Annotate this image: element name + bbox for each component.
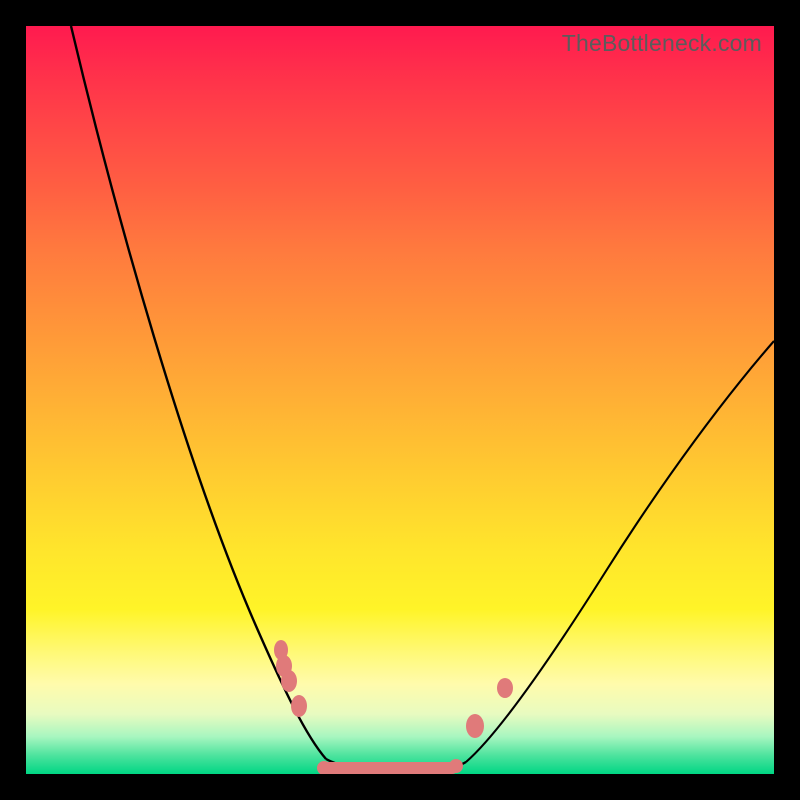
bottleneck-curve bbox=[26, 26, 774, 774]
trough-end-right bbox=[449, 759, 463, 773]
curve-right-branch bbox=[466, 341, 774, 762]
chart-container: TheBottleneck.com bbox=[0, 0, 800, 800]
plot-area: TheBottleneck.com bbox=[26, 26, 774, 774]
marker-left-2 bbox=[281, 670, 297, 692]
marker-left-3 bbox=[274, 640, 288, 660]
marker-left-4 bbox=[291, 695, 307, 717]
marker-right-1 bbox=[466, 714, 484, 738]
marker-right-2 bbox=[497, 678, 513, 698]
watermark-text: TheBottleneck.com bbox=[562, 30, 762, 57]
trough-band bbox=[322, 762, 458, 774]
